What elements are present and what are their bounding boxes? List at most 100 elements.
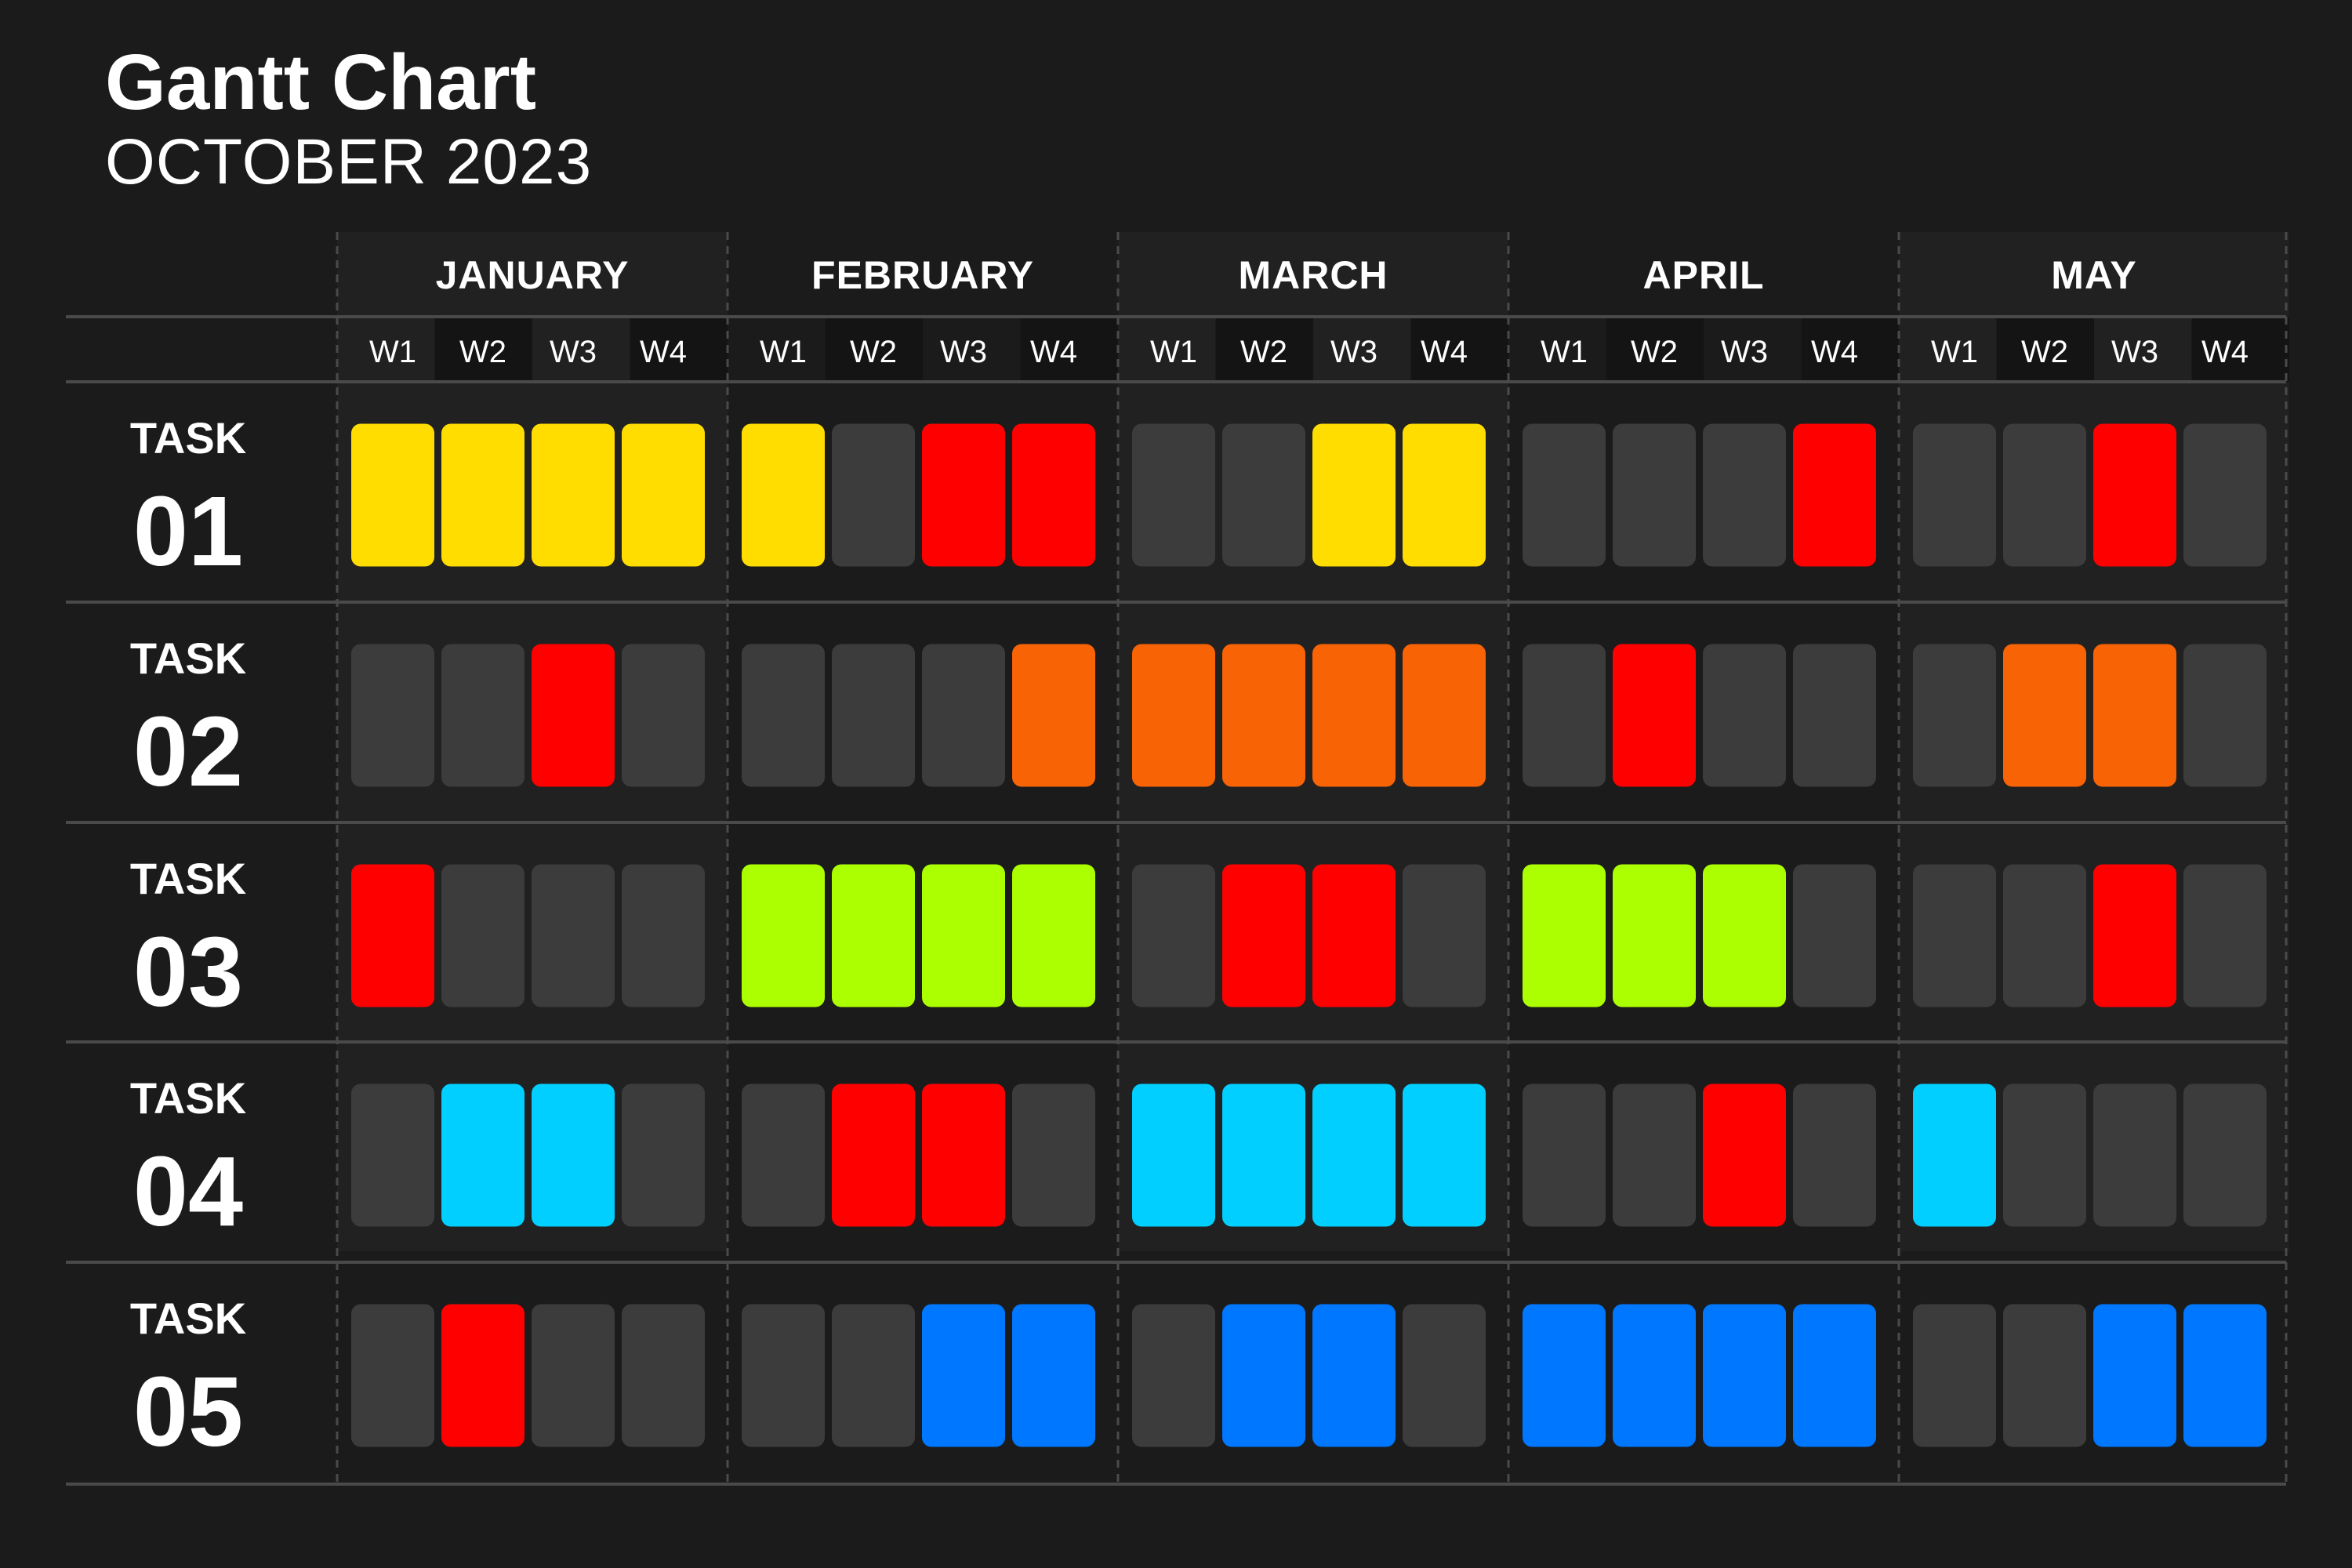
week-label: W2 [2021, 335, 2068, 369]
task-label-number: 04 [133, 1136, 243, 1247]
week-label: W1 [1541, 335, 1588, 369]
month-label-february: FEBRUARY [811, 253, 1034, 297]
gantt-cell-cyan [1913, 1083, 1996, 1227]
gantt-cell-lime [1012, 864, 1095, 1007]
task-label-word: TASK [130, 413, 246, 463]
gantt-cell-red [1012, 423, 1095, 567]
gantt-cell-empty [622, 1304, 705, 1447]
month-label-march: MARCH [1238, 253, 1388, 297]
gantt-cell-empty [2093, 1083, 2176, 1227]
gantt-cell-empty [1703, 423, 1786, 567]
gantt-cell-empty [1913, 864, 1996, 1007]
week-label: W3 [940, 335, 987, 369]
week-label: W2 [459, 335, 506, 369]
gantt-cell-yellow [742, 423, 825, 567]
task-label-word: TASK [130, 1294, 246, 1343]
week-label: W1 [1931, 335, 1978, 369]
gantt-cell-empty [742, 1083, 825, 1227]
gantt-cell-lime [1613, 864, 1696, 1007]
gantt-cell-lime [1523, 864, 1606, 1007]
gantt-cell-cyan [1222, 1083, 1305, 1227]
week-label: W3 [1721, 335, 1768, 369]
gantt-cell-empty [1793, 864, 1876, 1007]
gantt-cell-empty [1793, 1083, 1876, 1227]
gantt-cell-blue [1012, 1304, 1095, 1447]
gantt-cell-empty [1703, 644, 1786, 787]
gantt-cell-red [2093, 864, 2176, 1007]
gantt-cell-empty [1403, 1304, 1486, 1447]
gantt-cell-empty [2003, 864, 2086, 1007]
gantt-cell-empty [742, 644, 825, 787]
gantt-cell-red [832, 1083, 915, 1227]
gantt-cell-orange [1222, 644, 1305, 787]
gantt-cell-empty [622, 864, 705, 1007]
gantt-cell-empty [1913, 1304, 1996, 1447]
gantt-cell-empty [1523, 644, 1606, 787]
gantt-cell-blue [1523, 1304, 1606, 1447]
gantt-cell-yellow [622, 423, 705, 567]
gantt-cell-blue [1793, 1304, 1876, 1447]
gantt-cell-empty [2183, 423, 2267, 567]
gantt-cell-blue [1312, 1304, 1396, 1447]
gantt-chart: JANUARY FEBRUARY MARCH APRIL MAY W1 W2 W3 W4 W1 W2… [66, 232, 2289, 1486]
task-label-number: 03 [133, 916, 243, 1027]
gantt-cell-empty [832, 423, 915, 567]
gantt-cell-yellow [1312, 423, 1396, 567]
task-label-word: TASK [130, 1073, 246, 1123]
gantt-cell-lime [832, 864, 915, 1007]
gantt-cell-red [1793, 423, 1876, 567]
gantt-cell-red [532, 644, 615, 787]
gantt-cell-empty [2003, 1304, 2086, 1447]
gantt-cell-cyan [532, 1083, 615, 1227]
gantt-cell-blue [1703, 1304, 1786, 1447]
gantt-cell-blue [922, 1304, 1005, 1447]
gantt-cell-orange [1132, 644, 1215, 787]
week-label: W3 [1330, 335, 1377, 369]
gantt-cell-empty [2183, 864, 2267, 1007]
gantt-cell-empty [441, 864, 524, 1007]
gantt-cell-empty [1913, 423, 1996, 567]
gantt-cell-empty [351, 1304, 434, 1447]
week-label: W4 [640, 335, 687, 369]
gantt-cell-red [922, 1083, 1005, 1227]
gantt-cell-empty [622, 1083, 705, 1227]
gantt-cell-red [2093, 423, 2176, 567]
gantt-cell-empty [1012, 1083, 1095, 1227]
gantt-cell-orange [2093, 644, 2176, 787]
gantt-cell-empty [1403, 864, 1486, 1007]
gantt-cell-orange [1012, 644, 1095, 787]
gantt-cell-empty [2003, 1083, 2086, 1227]
week-label: W2 [1631, 335, 1678, 369]
gantt-cell-empty [1132, 864, 1215, 1007]
gantt-cell-empty [1523, 423, 1606, 567]
gantt-cell-cyan [1312, 1083, 1396, 1227]
task-label-number: 02 [133, 696, 243, 807]
gantt-cell-empty [2183, 1083, 2267, 1227]
week-label: W3 [550, 335, 597, 369]
gantt-cell-red [1312, 864, 1396, 1007]
week-label: W3 [2111, 335, 2158, 369]
gantt-cell-empty [2183, 644, 2267, 787]
month-label-april: APRIL [1643, 253, 1765, 297]
week-label: W1 [760, 335, 807, 369]
week-label: W4 [1030, 335, 1077, 369]
gantt-cell-red [441, 1304, 524, 1447]
gantt-cell-cyan [441, 1083, 524, 1227]
gantt-cell-cyan [1132, 1083, 1215, 1227]
gantt-cell-red [1703, 1083, 1786, 1227]
gantt-cell-empty [922, 644, 1005, 787]
task-label-word: TASK [130, 854, 246, 903]
gantt-cell-yellow [532, 423, 615, 567]
week-label: W4 [1811, 335, 1858, 369]
gantt-cell-empty [532, 864, 615, 1007]
gantt-cell-orange [1312, 644, 1396, 787]
gantt-cell-empty [1613, 1083, 1696, 1227]
gantt-cell-empty [441, 644, 524, 787]
week-label: W1 [1150, 335, 1197, 369]
task-label-word: TASK [130, 633, 246, 683]
task-label-number: 05 [133, 1356, 243, 1467]
gantt-cell-blue [2183, 1304, 2267, 1447]
gantt-cell-blue [1222, 1304, 1305, 1447]
month-label-may: MAY [2051, 253, 2137, 297]
gantt-cell-red [1222, 864, 1305, 1007]
